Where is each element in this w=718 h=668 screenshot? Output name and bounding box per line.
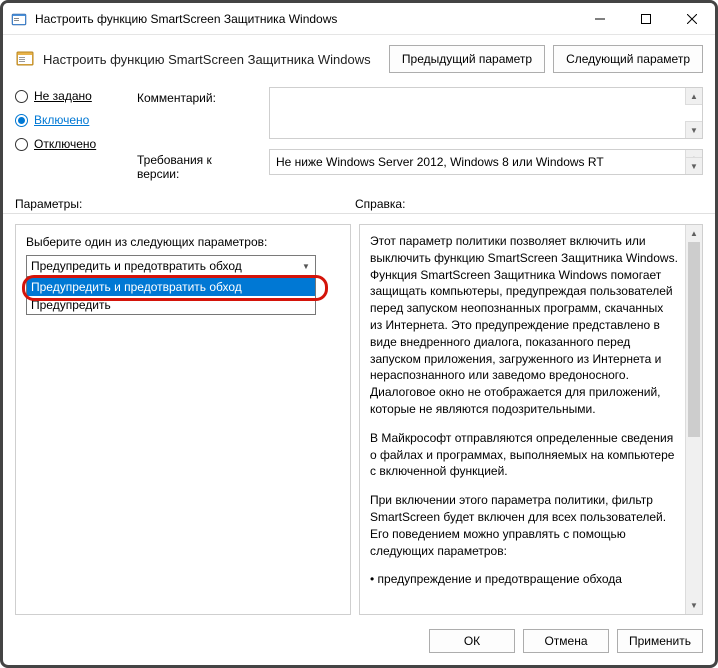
cancel-button[interactable]: Отмена [523,629,609,653]
maximize-button[interactable] [623,3,669,35]
scrollbar-track[interactable] [686,242,702,597]
help-paragraph: Этот параметр политики позволяет включит… [370,233,678,418]
options-combobox[interactable]: Предупредить и предотвратить обход ▼ Пре… [26,255,316,277]
help-paragraph: В Майкрософт отправляются определенные с… [370,430,678,480]
dropdown-item-warn-prevent[interactable]: Предупредить и предотвратить обход [27,278,315,296]
help-section-label: Справка: [355,197,703,211]
state-radio-group: Не задано Включено Отключено [15,87,125,181]
requirements-label: Требования к версии: [137,149,257,181]
options-pane: Выберите один из следующих параметров: П… [15,224,351,615]
fields-column: Комментарий: ▲ ▼ Требования к версии: Не… [137,87,703,181]
previous-setting-button[interactable]: Предыдущий параметр [389,45,545,73]
window-title: Настроить функцию SmartScreen Защитника … [35,12,337,26]
header-title: Настроить функцию SmartScreen Защитника … [43,52,371,67]
dropdown-item-warn[interactable]: Предупредить [27,296,315,314]
section-labels: Параметры: Справка: [3,189,715,214]
panes: Выберите один из следующих параметров: П… [3,214,715,621]
help-paragraph: При включении этого параметра политики, … [370,492,678,559]
radio-label: Включено [34,113,89,127]
scroll-down-icon[interactable]: ▼ [685,157,702,174]
comment-textarea[interactable]: ▲ ▼ [269,87,703,139]
ok-button[interactable]: ОК [429,629,515,653]
radio-not-configured[interactable]: Не задано [15,89,125,103]
dialog-window: Настроить функцию SmartScreen Защитника … [0,0,718,668]
help-text: Этот параметр политики позволяет включит… [370,233,696,606]
close-button[interactable] [669,3,715,35]
radio-disabled[interactable]: Отключено [15,137,125,151]
scrollbar-thumb[interactable] [688,242,700,437]
comment-row: Комментарий: ▲ ▼ [137,87,703,139]
apply-button[interactable]: Применить [617,629,703,653]
options-section-label: Параметры: [15,197,355,211]
help-scrollbar[interactable]: ▲ ▼ [685,225,702,614]
scroll-down-icon[interactable]: ▼ [685,121,702,138]
window-controls [577,3,715,35]
header-row: Настроить функцию SmartScreen Защитника … [3,35,715,83]
requirements-row: Требования к версии: Не ниже Windows Ser… [137,149,703,181]
minimize-button[interactable] [577,3,623,35]
radio-enabled[interactable]: Включено [15,113,125,127]
policy-icon [15,49,35,69]
config-top: Не задано Включено Отключено Комментарий… [3,83,715,189]
help-paragraph: • предупреждение и предотвращение обхода [370,571,678,588]
combobox-value: Предупредить и предотвратить обход [27,259,297,273]
combobox-dropdown: Предупредить и предотвратить обход Преду… [26,277,316,315]
radio-label: Не задано [34,89,92,103]
options-prompt: Выберите один из следующих параметров: [26,235,340,249]
chevron-down-icon: ▼ [297,256,315,276]
titlebar: Настроить функцию SmartScreen Защитника … [3,3,715,35]
scroll-up-icon[interactable]: ▲ [685,88,702,105]
app-icon [11,11,27,27]
dialog-buttons: ОК Отмена Применить [3,621,715,665]
next-setting-button[interactable]: Следующий параметр [553,45,703,73]
scroll-down-icon[interactable]: ▼ [686,597,702,614]
help-pane: Этот параметр политики позволяет включит… [359,224,703,615]
radio-label: Отключено [34,137,96,151]
scroll-up-icon[interactable]: ▲ [686,225,702,242]
requirements-value: Не ниже Windows Server 2012, Windows 8 и… [276,155,604,169]
comment-label: Комментарий: [137,87,257,105]
requirements-field: Не ниже Windows Server 2012, Windows 8 и… [269,149,703,175]
